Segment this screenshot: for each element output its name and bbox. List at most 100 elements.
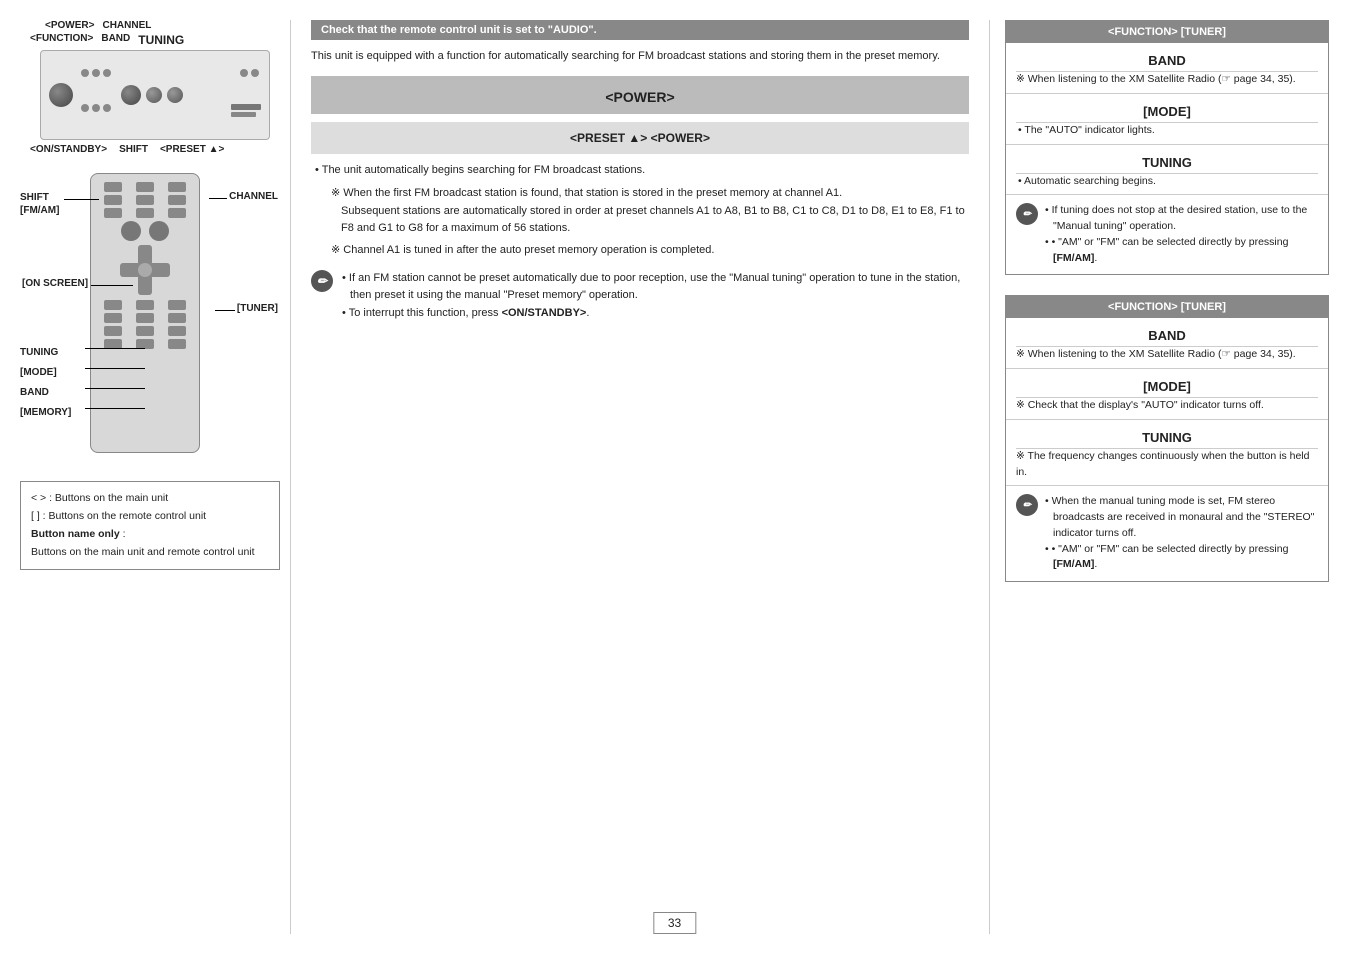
legend-line4: Buttons on the main unit and remote cont…: [31, 544, 269, 562]
note-bullet1: If an FM station cannot be preset automa…: [338, 270, 969, 305]
r-btn: [104, 300, 122, 310]
r-btn: [168, 195, 186, 205]
legend-bold: Button name only: [31, 528, 120, 540]
r-round-btn: [121, 221, 141, 241]
small-btn: [240, 69, 248, 77]
mid-header-bar: Check that the remote control unit is se…: [311, 20, 969, 40]
small-btn: [81, 69, 89, 77]
r-btn: [168, 182, 186, 192]
note-bullet2: To interrupt this function, press <ON/ST…: [338, 305, 969, 323]
right-sub-tuning-1: TUNING Automatic searching begins.: [1006, 145, 1328, 196]
r-btn: [168, 313, 186, 323]
legend-rest: :: [123, 528, 126, 540]
right-sub-mode-2: [MODE] Check that the display's "AUTO" i…: [1006, 369, 1328, 420]
r-btn: [136, 182, 154, 192]
band-note-1: When listening to the XM Satellite Radio…: [1016, 72, 1318, 88]
fm-am-bold-1: [FM/AM]: [1053, 252, 1094, 264]
right-note1-b2: • "AM" or "FM" can be selected directly …: [1043, 235, 1318, 267]
knob2: [146, 87, 162, 103]
dpad-center: [138, 263, 152, 277]
label-on-screen: [ON SCREEN]: [22, 278, 88, 289]
right-note1-b1: If tuning does not stop at the desired s…: [1043, 203, 1318, 235]
r-btn: [136, 208, 154, 218]
knob3: [167, 87, 183, 103]
small-btn: [92, 69, 100, 77]
pencil-icon: ✏: [311, 270, 333, 292]
right-sub-band-2: BAND When listening to the XM Satellite …: [1006, 318, 1328, 369]
right-sub-mode-1: [MODE] The "AUTO" indicator lights.: [1006, 94, 1328, 145]
right-note2-b2: • "AM" or "FM" can be selected directly …: [1043, 542, 1318, 574]
right-section-1: <FUNCTION> [TUNER] BAND When listening t…: [1005, 20, 1329, 275]
small-btn: [103, 69, 111, 77]
preset-power-header: <PRESET ▲> <POWER>: [311, 122, 969, 154]
note-content: If an FM station cannot be preset automa…: [338, 270, 969, 323]
small-btn: [251, 69, 259, 77]
r-btn: [168, 208, 186, 218]
label-preset: <PRESET ▲>: [160, 144, 224, 155]
right-note-content-2: When the manual tuning mode is set, FM s…: [1043, 494, 1318, 573]
note-subsequent: Subsequent stations are automatically st…: [321, 203, 969, 238]
intro-text: This unit is equipped with a function fo…: [311, 48, 969, 66]
right-section-1-header: <FUNCTION> [TUNER]: [1006, 21, 1328, 43]
middle-column: Check that the remote control unit is se…: [290, 20, 989, 934]
vol-knob: [121, 85, 141, 105]
note-asterisk-1: When the first FM broadcast station is f…: [321, 185, 969, 259]
mode-note-2: Check that the display's "AUTO" indicato…: [1016, 398, 1318, 414]
right-sub-tuning-2: TUNING The frequency changes continuousl…: [1006, 420, 1328, 487]
label-channel: CHANNEL: [102, 20, 151, 31]
display-bar2: [231, 112, 256, 117]
label-on-standby: <ON/STANDBY>: [30, 144, 107, 155]
left-column: <POWER> CHANNEL <FUNCTION> BAND TUNING: [20, 20, 290, 934]
label-channel-r: CHANNEL: [229, 191, 278, 202]
diagram-remote: SHIFT[FM/AM] CHANNEL [ON SCREEN] [TUNER]: [20, 173, 280, 463]
mode-title-1: [MODE]: [1016, 99, 1318, 123]
r-btn: [104, 313, 122, 323]
sub-title-preset-power: <PRESET ▲> <POWER>: [321, 131, 959, 145]
right-section-2-header: <FUNCTION> [TUNER]: [1006, 296, 1328, 318]
band-title-1: BAND: [1016, 48, 1318, 72]
r-btn: [136, 313, 154, 323]
mid-section-header: <POWER>: [311, 76, 969, 114]
right-note-content-1: If tuning does not stop at the desired s…: [1043, 203, 1318, 266]
label-function: <FUNCTION>: [30, 33, 93, 47]
tuning-title-2: TUNING: [1016, 425, 1318, 449]
r-btn: [136, 326, 154, 336]
small-btn: [81, 104, 89, 112]
bullet-auto-search: The unit automatically begins searching …: [311, 162, 969, 180]
page-number: 33: [653, 912, 696, 934]
r-btn: [168, 326, 186, 336]
right-sub-band-1: BAND When listening to the XM Satellite …: [1006, 43, 1328, 94]
labels-bottom-group: TUNING [MODE] BAND [MEMORY]: [20, 343, 71, 423]
tuning-note-2: The frequency changes continuously when …: [1016, 449, 1318, 481]
label-shift-fm-am: SHIFT[FM/AM]: [20, 191, 59, 217]
display-bar: [231, 104, 261, 110]
r-round-btn: [149, 221, 169, 241]
band-note-2: When listening to the XM Satellite Radio…: [1016, 347, 1318, 363]
label-tuning: TUNING: [138, 33, 184, 47]
legend-box: < > : Buttons on the main unit [ ] : But…: [20, 481, 280, 570]
right-column: <FUNCTION> [TUNER] BAND When listening t…: [989, 20, 1329, 934]
r-btn: [168, 339, 186, 349]
main-unit-diagram: [40, 50, 270, 140]
r-btn: [104, 195, 122, 205]
right-note-box-1: ✏ If tuning does not stop at the desired…: [1006, 195, 1328, 274]
right-note2-b1: When the manual tuning mode is set, FM s…: [1043, 494, 1318, 541]
legend-line3: Button name only :: [31, 526, 269, 544]
band-title-2: BAND: [1016, 323, 1318, 347]
legend-line2: [ ] : Buttons on the remote control unit: [31, 508, 269, 526]
note-box-main: ✏ If an FM station cannot be preset auto…: [311, 270, 969, 323]
right-note-box-2: ✏ When the manual tuning mode is set, FM…: [1006, 486, 1328, 581]
tuning-title-1: TUNING: [1016, 150, 1318, 174]
small-btn: [103, 104, 111, 112]
right-section-2: <FUNCTION> [TUNER] BAND When listening t…: [1005, 295, 1329, 582]
pencil-icon-right2: ✏: [1016, 494, 1038, 516]
remote-body: [90, 173, 200, 453]
r-btn: [104, 208, 122, 218]
r-btn: [104, 182, 122, 192]
mode-title-2: [MODE]: [1016, 374, 1318, 398]
diagram-main-unit: <POWER> CHANNEL <FUNCTION> BAND TUNING: [20, 20, 280, 155]
mid-header-text: Check that the remote control unit is se…: [321, 24, 597, 36]
label-power: <POWER>: [45, 20, 94, 31]
pencil-icon-right1: ✏: [1016, 203, 1038, 225]
label-tuner: [TUNER]: [237, 303, 278, 314]
